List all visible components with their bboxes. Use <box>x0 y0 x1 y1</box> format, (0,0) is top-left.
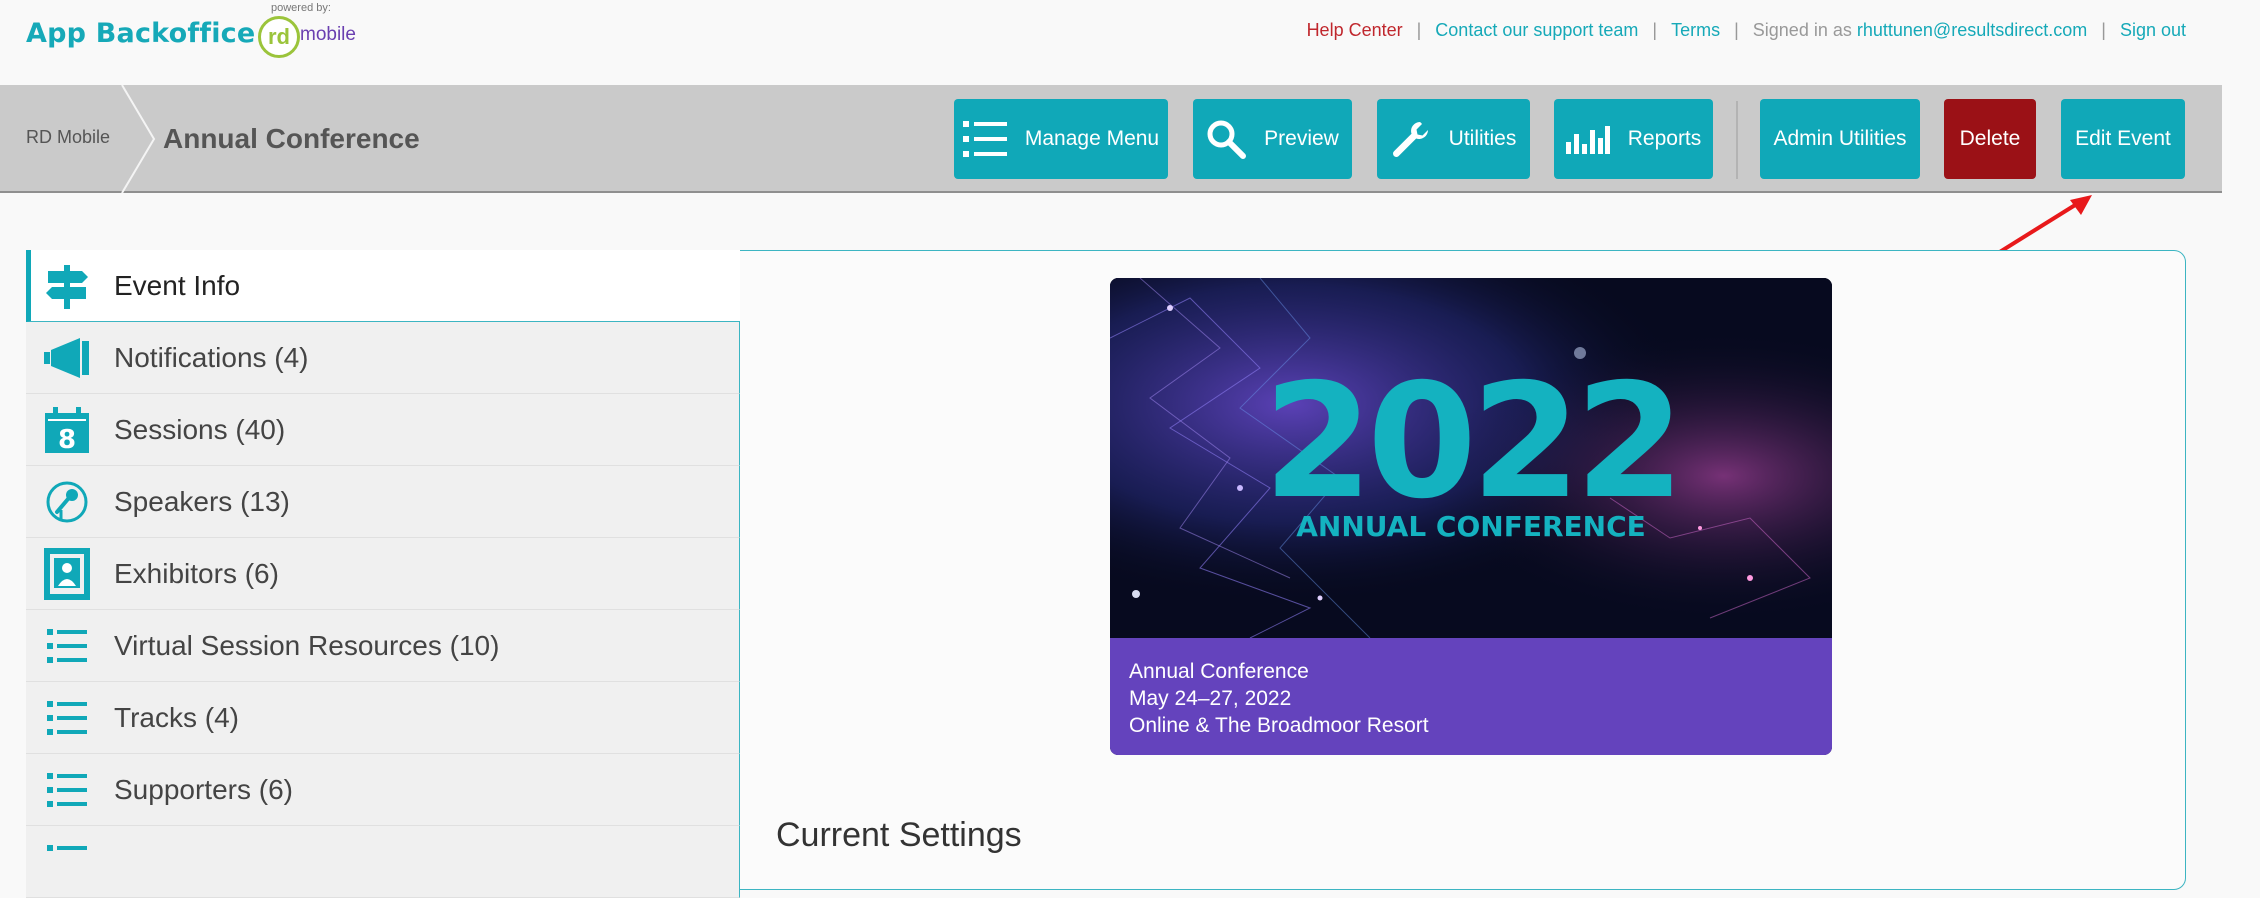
user-email-link[interactable]: rhuttunen@resultsdirect.com <box>1857 20 2087 41</box>
manage-menu-button[interactable]: Manage Menu <box>954 99 1168 179</box>
sidebar-item-label: Exhibitors (6) <box>114 557 279 589</box>
sidebar-item-supporters[interactable]: Supporters (6) <box>26 754 740 826</box>
breadcrumb-chevron-icon <box>121 85 156 193</box>
microphone-icon <box>42 477 92 527</box>
megaphone-icon <box>42 333 92 383</box>
sidebar-item-partial[interactable] <box>26 826 740 898</box>
sidebar-item-notifications[interactable]: Notifications (4) <box>26 322 740 394</box>
sidebar-item-label: Sessions (40) <box>114 413 286 445</box>
sidebar-item-label: Virtual Session Resources (10) <box>114 629 500 661</box>
link-separator: | <box>1416 20 1422 40</box>
svg-text:8: 8 <box>58 425 76 453</box>
edit-event-button[interactable]: Edit Event <box>2061 99 2185 179</box>
preview-label: Preview <box>1264 127 1339 150</box>
sidebar-item-label: Event Info <box>114 269 241 301</box>
list-icon <box>962 121 1007 157</box>
terms-link[interactable]: Terms <box>1671 20 1720 41</box>
contact-support-link[interactable]: Contact our support team <box>1435 20 1638 41</box>
signpost-icon <box>42 261 92 311</box>
event-card-footer: Annual Conference May 24–27, 2022 Online… <box>1110 638 1832 755</box>
sidebar-item-label: Notifications (4) <box>114 341 309 373</box>
search-icon <box>1207 120 1247 159</box>
reports-button[interactable]: Reports <box>1554 99 1713 179</box>
calendar-icon: 8 <box>42 405 92 455</box>
list-icon <box>42 765 92 815</box>
event-sidebar: Event Info Notifications (4) 8 Sessions … <box>26 250 740 898</box>
sidebar-item-tracks[interactable]: Tracks (4) <box>26 682 740 754</box>
list-icon <box>42 693 92 743</box>
sign-out-link[interactable]: Sign out <box>2120 20 2186 41</box>
sidebar-item-label: Tracks (4) <box>114 701 239 733</box>
powered-by-label: powered by: <box>271 2 331 14</box>
admin-utilities-button[interactable]: Admin Utilities <box>1760 99 1920 179</box>
link-separator: | <box>1652 20 1658 40</box>
utilities-label: Utilities <box>1448 127 1517 150</box>
utilities-button[interactable]: Utilities <box>1377 99 1530 179</box>
rd-logo-circle: rd <box>258 16 300 58</box>
link-separator: | <box>2101 20 2106 40</box>
breadcrumb-root[interactable]: RD Mobile <box>26 127 110 148</box>
rd-logo-mobile-text: mobile <box>300 24 356 45</box>
link-separator: | <box>1734 20 1739 40</box>
sidebar-item-virtual-session-resources[interactable]: Virtual Session Resources (10) <box>26 610 740 682</box>
banner-year-text: 2022 <box>1263 350 1679 534</box>
conference-banner-image: 2022 ANNUAL CONFERENCE <box>1110 278 1832 638</box>
list-icon <box>42 837 92 887</box>
manage-menu-label: Manage Menu <box>1024 127 1160 150</box>
reports-label: Reports <box>1627 127 1702 150</box>
bar-chart-icon <box>1565 126 1610 154</box>
banner-subtitle-text: ANNUAL CONFERENCE <box>1296 510 1646 543</box>
signed-in-label: Signed in as <box>1752 20 1852 40</box>
booth-icon <box>42 547 92 600</box>
sidebar-item-label: Speakers (13) <box>114 485 290 517</box>
event-location: Online & The Broadmoor Resort <box>1129 714 1429 737</box>
event-name: Annual Conference <box>1129 660 1309 683</box>
app-brand-title[interactable]: App Backoffice <box>26 18 255 49</box>
help-center-link[interactable]: Help Center <box>1307 20 1403 41</box>
admin-utilities-label: Admin Utilities <box>1773 127 1907 150</box>
preview-button[interactable]: Preview <box>1193 99 1352 179</box>
event-toolbar: RD Mobile Annual Conference Manage Menu … <box>0 85 2222 193</box>
sidebar-item-sessions[interactable]: 8 Sessions (40) <box>26 394 740 466</box>
event-dates: May 24–27, 2022 <box>1129 687 1292 710</box>
wrench-icon <box>1392 122 1428 157</box>
delete-button[interactable]: Delete <box>1944 99 2036 179</box>
toolbar-divider <box>1736 101 1738 179</box>
sidebar-item-speakers[interactable]: Speakers (13) <box>26 466 740 538</box>
delete-label: Delete <box>1959 127 2021 150</box>
sidebar-item-event-info[interactable]: Event Info <box>26 250 740 322</box>
top-header: App Backoffice powered by: rd mobile Hel… <box>0 0 2260 85</box>
top-links: Help Center | Contact our support team | Ter… <box>1307 20 2186 41</box>
sidebar-item-exhibitors[interactable]: Exhibitors (6) <box>26 538 740 610</box>
list-icon <box>42 621 92 671</box>
edit-event-label: Edit Event <box>2075 127 2171 150</box>
current-settings-heading: Current Settings <box>776 816 1022 854</box>
breadcrumb-current: Annual Conference <box>163 123 420 154</box>
sidebar-item-label: Supporters (6) <box>114 773 293 805</box>
event-banner-card: 2022 ANNUAL CONFERENCE Annual Conference… <box>1110 278 1832 755</box>
